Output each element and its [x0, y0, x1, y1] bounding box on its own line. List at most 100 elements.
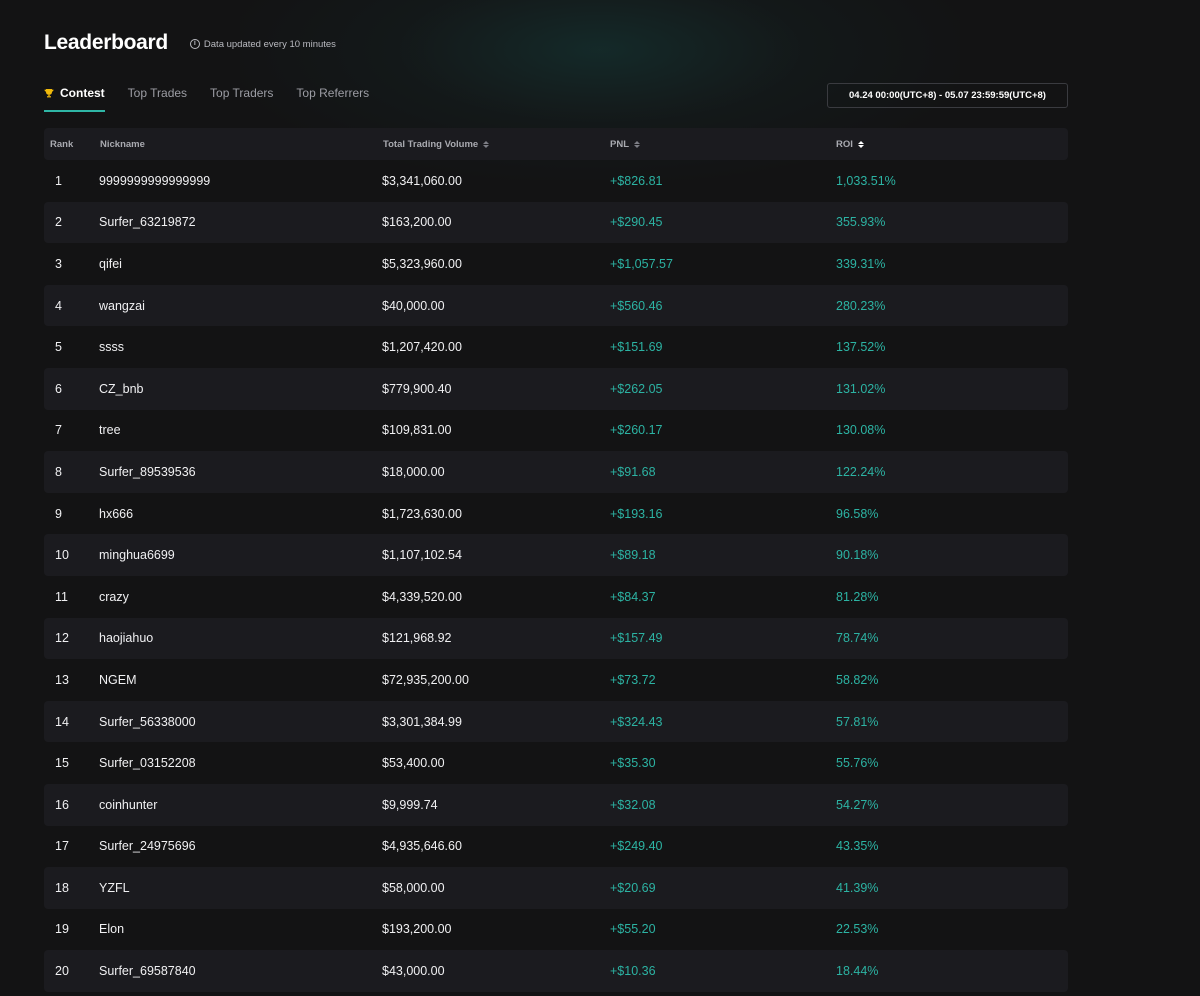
roi-cell: 55.76%	[836, 756, 879, 771]
sort-icon[interactable]	[483, 140, 490, 148]
roi-cell: 41.39%	[836, 880, 879, 895]
volume-cell: $163,200.00	[382, 215, 452, 230]
pnl-cell: +$32.08	[610, 797, 656, 812]
page-title: Leaderboard	[44, 31, 168, 54]
tab-top-trades-label: Top Trades	[127, 86, 188, 100]
rank-cell: 3	[55, 256, 62, 271]
rank-cell: 7	[55, 423, 62, 438]
column-roi[interactable]: ROI	[836, 139, 864, 150]
table-row: 7 tree $109,831.00 +$260.17 130.08%	[44, 410, 1068, 452]
nickname-cell: Surfer_69587840	[99, 964, 196, 979]
table-row: 13 NGEM $72,935,200.00 +$73.72 58.82%	[44, 659, 1068, 701]
volume-cell: $779,900.40	[382, 381, 452, 396]
nickname-cell: Surfer_03152208	[99, 756, 196, 771]
tab-contest[interactable]: Contest	[44, 86, 105, 112]
volume-cell: $109,831.00	[382, 423, 452, 438]
nickname-cell: NGEM	[99, 672, 137, 687]
rank-cell: 15	[55, 756, 69, 771]
volume-cell: $43,000.00	[382, 964, 445, 979]
rank-cell: 10	[55, 548, 69, 563]
tab-top-trades[interactable]: Top Trades	[128, 86, 187, 112]
tab-top-referrers-label: Top Referrers	[296, 86, 370, 100]
rank-cell: 12	[55, 631, 69, 646]
table-row: 1 9999999999999999 $3,341,060.00 +$826.81 1,…	[44, 160, 1068, 202]
volume-cell: $5,323,960.00	[382, 256, 462, 271]
sort-icon[interactable]	[634, 140, 640, 148]
rank-cell: 19	[55, 922, 69, 937]
volume-cell: $1,207,420.00	[382, 340, 462, 355]
update-note-text: Data updated every 10 minutes	[203, 38, 336, 50]
nickname-cell: tree	[99, 423, 121, 438]
roi-cell: 122.24%	[836, 464, 886, 479]
table-row: 11 crazy $4,339,520.00 +$84.37 81.28%	[44, 576, 1068, 618]
table-row: 19 Elon $193,200.00 +$55.20 22.53%	[44, 909, 1068, 951]
roi-cell: 81.28%	[836, 589, 879, 604]
roi-cell: 1,033.51%	[836, 173, 896, 188]
pnl-cell: +$73.72	[610, 672, 656, 687]
pnl-cell: +$91.68	[610, 464, 656, 479]
table-row: 14 Surfer_56338000 $3,301,384.99 +$324.43 57…	[44, 700, 1068, 743]
nickname-cell: Surfer_56338000	[99, 714, 196, 729]
roi-cell: 54.27%	[836, 797, 879, 812]
table-row: 3 qifei $5,323,960.00 +$1,057.57 339.31%	[44, 243, 1068, 285]
table-row: 16 coinhunter $9,999.74 +$32.08 54.27%	[44, 783, 1068, 826]
nickname-cell: Surfer_24975696	[99, 839, 196, 854]
rank-cell: 6	[55, 381, 62, 396]
sort-desc-icon[interactable]	[857, 140, 864, 148]
volume-cell: $58,000.00	[382, 880, 445, 895]
volume-cell: $121,968.92	[382, 631, 452, 646]
pnl-cell: +$35.30	[610, 756, 656, 771]
column-volume-label: Total Trading Volume	[383, 138, 479, 150]
volume-cell: $40,000.00	[382, 298, 445, 313]
nickname-cell: CZ_bnb	[99, 381, 144, 396]
roi-cell: 22.53%	[836, 922, 879, 937]
tab-top-traders-label: Top Traders	[210, 86, 274, 100]
rank-cell: 16	[55, 797, 69, 812]
pnl-cell: +$84.37	[610, 589, 656, 604]
pnl-cell: +$324.43	[610, 714, 663, 729]
roi-cell: 355.93%	[836, 215, 886, 230]
pnl-cell: +$826.81	[610, 173, 663, 188]
table-row: 18 YZFL $58,000.00 +$20.69 41.39%	[44, 867, 1068, 909]
volume-cell: $53,400.00	[382, 756, 445, 771]
table-row: 6 CZ_bnb $779,900.40 +$262.05 131.02%	[44, 367, 1068, 410]
rank-cell: 14	[55, 714, 69, 729]
tab-top-referrers[interactable]: Top Referrers	[296, 86, 369, 112]
pnl-cell: +$20.69	[610, 880, 656, 895]
table-body: 1 9999999999999999 $3,341,060.00 +$826.81 1,…	[44, 160, 1068, 992]
column-pnl[interactable]: PNL	[610, 139, 640, 150]
pnl-cell: +$560.46	[610, 298, 663, 313]
trophy-icon	[44, 89, 54, 98]
nickname-cell: Surfer_63219872	[99, 215, 196, 230]
roi-cell: 90.18%	[836, 548, 879, 563]
rank-cell: 2	[55, 215, 62, 230]
nickname-cell: YZFL	[99, 880, 130, 895]
volume-cell: $72,935,200.00	[382, 672, 469, 687]
roi-cell: 78.74%	[836, 631, 879, 646]
nickname-cell: hx666	[99, 506, 134, 521]
roi-cell: 339.31%	[836, 256, 886, 271]
date-range-selector[interactable]: 04.24 00:00(UTC+8) - 05.07 23:59:59(UTC+…	[827, 83, 1068, 108]
table-row: 2 Surfer_63219872 $163,200.00 +$290.45 355.9…	[44, 201, 1068, 244]
tab-top-traders[interactable]: Top Traders	[210, 86, 273, 112]
pnl-cell: +$89.18	[610, 548, 656, 563]
tab-contest-label: Contest	[60, 86, 105, 100]
page-header: Leaderboard i Data updated every 10 minu…	[44, 28, 336, 58]
pnl-cell: +$10.36	[610, 964, 656, 979]
volume-cell: $4,935,646.60	[382, 839, 462, 854]
column-volume[interactable]: Total Trading Volume	[383, 138, 490, 150]
roi-cell: 131.02%	[836, 381, 886, 396]
table-row: 20 Surfer_69587840 $43,000.00 +$10.36 18.44%	[44, 950, 1068, 992]
pnl-cell: +$193.16	[610, 506, 663, 521]
update-note: i Data updated every 10 minutes	[189, 38, 336, 50]
pnl-cell: +$249.40	[610, 839, 663, 854]
roi-cell: 137.52%	[836, 340, 886, 355]
rank-cell: 9	[55, 506, 62, 521]
table-header: Rank Nickname Total Trading Volume PNL R…	[44, 128, 1068, 160]
nickname-cell: qifei	[99, 256, 122, 271]
nickname-cell: Surfer_89539536	[99, 464, 196, 479]
table-row: 17 Surfer_24975696 $4,935,646.60 +$249.40 43…	[44, 826, 1068, 868]
table-row: 9 hx666 $1,723,630.00 +$193.16 96.58%	[44, 493, 1068, 535]
column-pnl-label: PNL	[610, 138, 629, 150]
volume-cell: $1,723,630.00	[382, 506, 462, 521]
